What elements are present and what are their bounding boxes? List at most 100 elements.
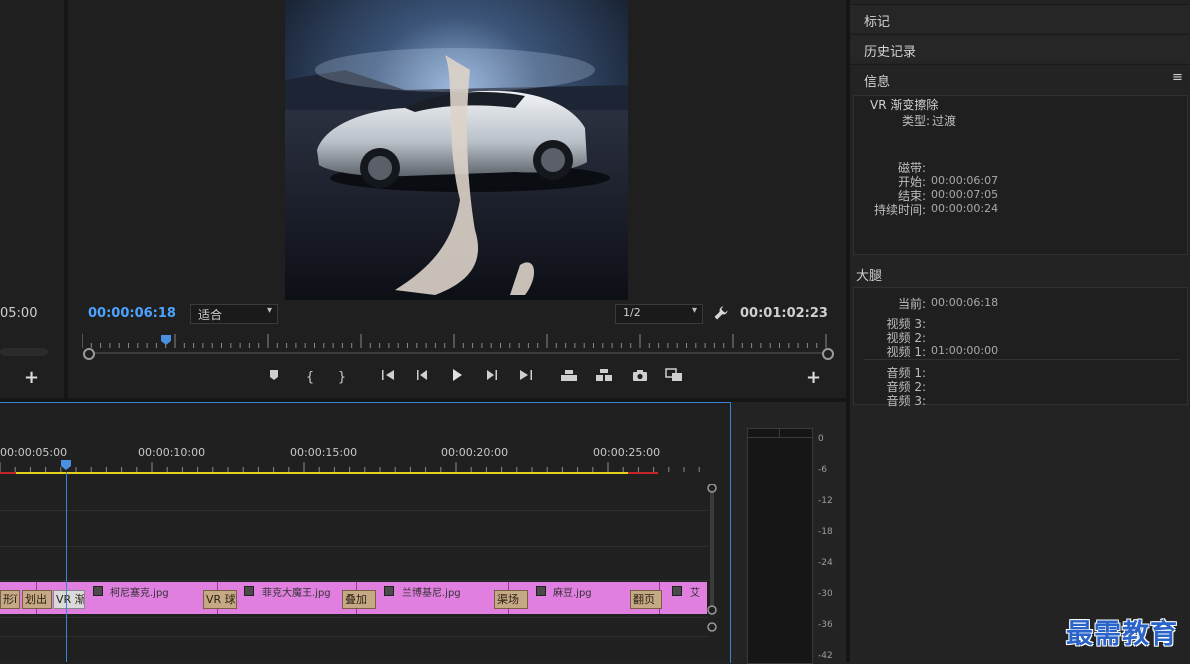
fx-badge-icon bbox=[384, 586, 394, 596]
ruler-label: 00:00:25:00 bbox=[593, 446, 661, 459]
zoom-fit-select[interactable]: 适合 ▾ bbox=[190, 304, 278, 324]
zoom-fit-value: 适合 bbox=[198, 308, 223, 322]
seq-current-label: 当前: bbox=[897, 297, 926, 311]
lift-icon[interactable] bbox=[559, 368, 579, 388]
transition[interactable]: VR 球 bbox=[203, 590, 237, 609]
playback-resolution-select[interactable]: 1/2 ▾ bbox=[615, 304, 703, 324]
clip-name[interactable]: 柯尼塞克.jpg bbox=[110, 584, 169, 599]
meter-scale-label: -42 bbox=[818, 651, 833, 661]
program-add-button[interactable]: + bbox=[806, 369, 822, 387]
camera-icon[interactable] bbox=[630, 368, 650, 388]
ruler-label: 00:00:05:00 bbox=[0, 446, 68, 459]
transition[interactable]: 渠场 bbox=[494, 590, 528, 609]
track-divider bbox=[0, 546, 708, 547]
track-divider bbox=[0, 580, 708, 581]
seq-divider bbox=[864, 359, 1180, 360]
info-type-value: 过渡 bbox=[932, 114, 957, 128]
info-item-title: VR 渐变擦除 bbox=[870, 98, 939, 112]
render-bar-red bbox=[0, 472, 16, 474]
chevron-down-icon: ▾ bbox=[266, 305, 272, 316]
scrub-start-handle[interactable] bbox=[83, 348, 95, 360]
clip-name[interactable]: 麻豆.jpg bbox=[553, 584, 592, 599]
playhead-position-timecode[interactable]: 00:00:06:18 bbox=[88, 306, 176, 321]
timeline-playhead-line[interactable] bbox=[66, 472, 67, 662]
track-divider bbox=[0, 617, 708, 618]
tab-info-label: 信息 bbox=[864, 75, 891, 90]
source-zoom-scrollbar[interactable] bbox=[0, 348, 48, 356]
go-to-in-icon[interactable] bbox=[378, 368, 398, 388]
sequence-name: 大腿 bbox=[856, 269, 883, 284]
source-add-button[interactable]: + bbox=[24, 369, 40, 387]
seq-current-value: 00:00:06:18 bbox=[931, 296, 999, 309]
fx-badge-icon bbox=[93, 586, 103, 596]
meter-scale-label: -30 bbox=[818, 589, 833, 599]
mark-in-icon[interactable]: { bbox=[300, 368, 320, 388]
info-duration-label: 持续时间: bbox=[873, 203, 926, 217]
tab-markers[interactable]: 标记 bbox=[850, 4, 1190, 33]
program-video-frame bbox=[285, 0, 628, 300]
seq-video1-label: 视频 1: bbox=[886, 345, 927, 359]
mark-out-icon[interactable]: } bbox=[332, 368, 352, 388]
meter-scale-label: -18 bbox=[818, 527, 833, 537]
meter-scale-label: -12 bbox=[818, 496, 833, 506]
program-scrub-track[interactable] bbox=[88, 352, 827, 354]
meter-scale-label: 0 bbox=[818, 434, 824, 444]
program-mini-time-ruler[interactable] bbox=[82, 334, 827, 348]
info-duration-value: 00:00:00:24 bbox=[931, 202, 999, 215]
source-timecode: 05:00 bbox=[0, 306, 38, 321]
fx-badge-icon bbox=[536, 586, 546, 596]
watermark-logo: 最需教育 bbox=[1066, 619, 1178, 650]
fx-badge-icon bbox=[672, 586, 682, 596]
sequence-duration-timecode: 00:01:02:23 bbox=[740, 306, 828, 321]
transition[interactable]: 翻页 bbox=[630, 590, 662, 609]
clip-name[interactable]: 艾 bbox=[690, 584, 700, 599]
seq-video1-value: 01:00:00:00 bbox=[931, 344, 999, 357]
marker-icon[interactable] bbox=[264, 368, 284, 388]
go-to-out-icon[interactable] bbox=[516, 368, 536, 388]
tab-info[interactable]: 信息 bbox=[850, 64, 1190, 93]
program-playhead-handle[interactable] bbox=[160, 334, 172, 346]
tab-history-label: 历史记录 bbox=[864, 45, 917, 60]
comparison-view-icon[interactable] bbox=[664, 368, 684, 388]
meter-scale-label: -6 bbox=[818, 465, 827, 475]
track-divider bbox=[0, 510, 708, 511]
meter-scale-label: -24 bbox=[818, 558, 833, 568]
step-forward-icon[interactable] bbox=[482, 368, 502, 388]
resolution-value: 1/2 bbox=[623, 306, 641, 319]
scrub-end-handle[interactable] bbox=[822, 348, 834, 360]
clip-name[interactable]: 兰博基尼.jpg bbox=[402, 584, 461, 599]
ruler-label: 00:00:15:00 bbox=[290, 446, 358, 459]
render-bar-red bbox=[628, 472, 658, 474]
timeline-vertical-scrollbar[interactable] bbox=[707, 484, 717, 662]
wrench-icon[interactable] bbox=[713, 305, 729, 321]
transition[interactable]: 叠加 bbox=[342, 590, 376, 609]
meter-channel-divider bbox=[779, 429, 780, 437]
transition[interactable]: 形ǐ bbox=[0, 590, 20, 609]
seq-audio3-label: 音频 3: bbox=[886, 394, 927, 408]
tab-history[interactable]: 历史记录 bbox=[850, 34, 1190, 63]
timeline-time-ruler[interactable] bbox=[0, 462, 708, 472]
timeline-playhead-handle[interactable] bbox=[60, 459, 72, 471]
play-icon[interactable] bbox=[447, 368, 467, 388]
info-start-value: 00:00:06:07 bbox=[931, 174, 999, 187]
transition-selected[interactable]: VR 渐 bbox=[53, 590, 85, 609]
track-divider bbox=[0, 636, 708, 637]
source-monitor-panel bbox=[0, 0, 64, 398]
info-end-value: 00:00:07:05 bbox=[931, 188, 999, 201]
ruler-label: 00:00:20:00 bbox=[441, 446, 509, 459]
meter-scale-label: -36 bbox=[818, 620, 833, 630]
audio-meter bbox=[747, 428, 813, 664]
meter-peak-indicators bbox=[748, 429, 812, 438]
extract-icon[interactable] bbox=[594, 368, 614, 388]
fx-badge-icon bbox=[244, 586, 254, 596]
chevron-down-icon: ▾ bbox=[691, 305, 697, 316]
timeline-panel bbox=[0, 402, 731, 663]
step-back-icon[interactable] bbox=[412, 368, 432, 388]
clip-name[interactable]: 菲克大魔王.jpg bbox=[262, 584, 331, 599]
work-area-bar[interactable] bbox=[16, 472, 628, 474]
panel-menu-icon[interactable]: ≡ bbox=[1172, 70, 1183, 85]
tab-markers-label: 标记 bbox=[864, 15, 891, 30]
transition[interactable]: 划出 bbox=[22, 590, 52, 609]
ruler-label: 00:00:10:00 bbox=[138, 446, 206, 459]
info-type-label: 类型: bbox=[901, 114, 930, 128]
